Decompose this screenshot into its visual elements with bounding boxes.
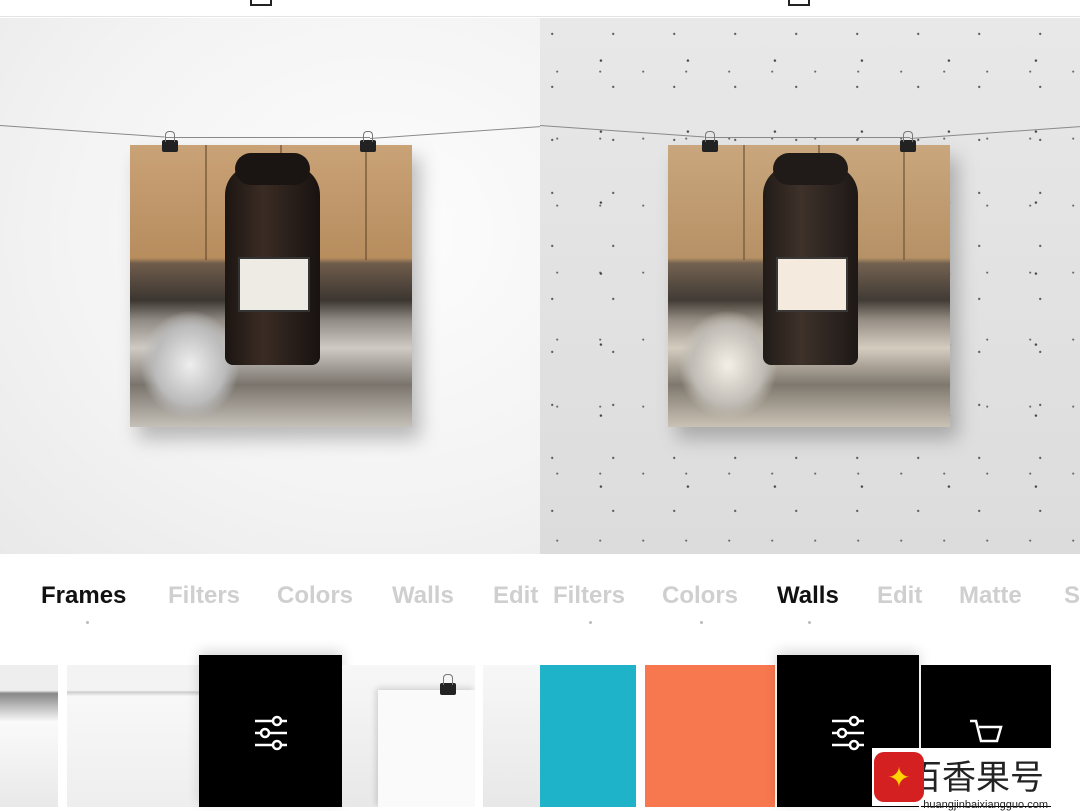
- frame-thumbnail[interactable]: [67, 665, 200, 807]
- preview-left-white-wall: [0, 18, 540, 554]
- binder-clip: [900, 131, 916, 152]
- framed-photo[interactable]: [130, 145, 412, 427]
- watermark-url: huangjinbaixiangguo.com: [923, 799, 1048, 811]
- frame-icon[interactable]: [250, 0, 272, 6]
- binder-clip: [440, 674, 456, 695]
- frame-thumbnail[interactable]: [342, 665, 475, 807]
- wire: [0, 125, 165, 138]
- tab-indicator: [589, 621, 592, 624]
- adjust-button[interactable]: [199, 655, 342, 807]
- watermark: ✦ 百香果号 huangjinbaixiangguo.com: [872, 748, 1052, 811]
- tab-matte[interactable]: Matte: [959, 582, 1022, 610]
- wire: [540, 125, 705, 138]
- tab-edit[interactable]: Edit: [493, 582, 538, 610]
- binder-clip: [702, 131, 718, 152]
- tab-indicator: [808, 621, 811, 624]
- tab-filters[interactable]: Filters: [553, 582, 625, 610]
- tab-filters[interactable]: Filters: [168, 582, 240, 610]
- frame-icon[interactable]: [788, 0, 810, 6]
- wire: [165, 137, 370, 138]
- tab-s[interactable]: S: [1064, 582, 1080, 610]
- wall-thumbnail[interactable]: [483, 665, 540, 807]
- binder-clip: [360, 131, 376, 152]
- tab-bar: Frames Filters Colors Walls Edit Filters…: [0, 582, 1080, 622]
- watermark-logo: ✦: [874, 752, 924, 802]
- tab-indicator: [86, 621, 89, 624]
- tab-edit[interactable]: Edit: [877, 582, 922, 610]
- preview-right-concrete-wall: [540, 18, 1080, 554]
- wall-thumbnail-orange[interactable]: [645, 665, 775, 807]
- tab-walls[interactable]: Walls: [392, 582, 454, 610]
- sliders-icon: [255, 715, 287, 751]
- wire: [369, 125, 540, 139]
- tab-indicator: [700, 621, 703, 624]
- framed-photo[interactable]: [668, 145, 950, 427]
- watermark-name: 百香果号: [908, 759, 1044, 797]
- tab-colors[interactable]: Colors: [662, 582, 738, 610]
- sliders-icon: [832, 715, 864, 751]
- binder-clip: [162, 131, 178, 152]
- tab-colors[interactable]: Colors: [277, 582, 353, 610]
- wire: [705, 137, 910, 138]
- tab-walls[interactable]: Walls: [777, 582, 839, 610]
- wire: [909, 125, 1080, 139]
- tab-frames[interactable]: Frames: [41, 582, 126, 610]
- wall-thumbnail-cyan[interactable]: [540, 665, 636, 807]
- top-toolbar: [0, 0, 1080, 17]
- frame-thumbnail[interactable]: [0, 665, 58, 807]
